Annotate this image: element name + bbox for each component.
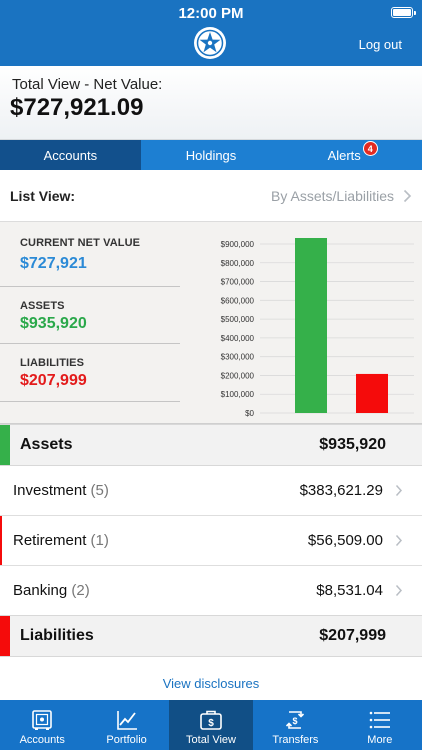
tab-holdings-label: Holdings: [185, 147, 237, 163]
net-value-summary: Total View - Net Value: $727,921.09: [0, 66, 422, 140]
liabilities-category-header: Liabilities $207,999: [0, 615, 422, 657]
y-tick-label-8: $800,000: [221, 259, 255, 268]
chevron-right-icon: [395, 484, 403, 497]
battery-icon: [391, 7, 416, 18]
tab-accounts[interactable]: Accounts: [0, 140, 141, 170]
net-value-label: Total View - Net Value:: [12, 76, 163, 93]
account-name: Banking (2): [13, 582, 90, 599]
transfer-arrows-icon: $: [286, 711, 305, 729]
account-value: $383,621.29: [299, 482, 383, 499]
account-row-banking[interactable]: Banking (2) $8,531.04: [0, 566, 422, 616]
svg-text:$: $: [293, 716, 298, 726]
tab-holdings[interactable]: Holdings: [141, 140, 282, 170]
y-tick-label-5: $500,000: [221, 315, 255, 324]
status-time: 12:00 PM: [178, 5, 244, 22]
account-name: Investment (5): [13, 482, 109, 499]
bottom-tab-accounts[interactable]: Accounts: [0, 700, 84, 750]
assets-category-total: $935,920: [319, 436, 386, 453]
account-name: Retirement (1): [13, 532, 109, 549]
y-tick-label-0: $0: [245, 409, 254, 418]
bottom-tab-label: Accounts: [19, 734, 65, 746]
tab-accounts-label: Accounts: [43, 147, 98, 163]
liabilities-category-total: $207,999: [319, 627, 386, 644]
account-row-investment[interactable]: Investment (5) $383,621.29: [0, 466, 422, 516]
chevron-right-icon: [403, 189, 412, 203]
bottom-tab-label: Portfolio: [106, 734, 147, 746]
account-count: (2): [71, 582, 90, 599]
star-logo-icon: [194, 27, 226, 59]
account-count: (1): [90, 532, 109, 549]
line-chart-icon: [116, 711, 137, 730]
bar-assets: [295, 238, 327, 413]
svg-text:$: $: [208, 718, 214, 729]
chevron-right-icon: [395, 534, 403, 547]
view-tabs: Accounts Holdings Alerts 4: [0, 140, 422, 170]
metric-liabilities-label: LIABILITIES: [20, 357, 85, 369]
assets-category-header: Assets $935,920: [0, 424, 422, 466]
metric-net-value-label: CURRENT NET VALUE: [20, 237, 141, 249]
bottom-tab-label: More: [367, 734, 393, 746]
view-disclosures-link[interactable]: View disclosures: [0, 676, 422, 691]
bottom-tab-label: Total View: [186, 734, 236, 746]
bottom-tab-total-view[interactable]: $ Total View: [168, 700, 254, 750]
account-name-text: Banking: [13, 582, 68, 599]
metric-assets: ASSETS $935,920: [0, 287, 180, 344]
bar-liabilities: [356, 373, 388, 413]
y-tick-label-4: $400,000: [221, 334, 255, 343]
liabilities-category-label: Liabilities: [20, 627, 94, 644]
bottom-tab-label: Transfers: [272, 734, 319, 746]
assets-color-marker: [0, 425, 10, 465]
y-tick-label-9: $900,000: [221, 240, 255, 249]
chevron-right-icon: [395, 584, 403, 597]
bottom-tab-portfolio[interactable]: Portfolio: [84, 700, 168, 750]
list-view-value: By Assets/Liabilities: [271, 187, 394, 204]
account-count: (5): [90, 482, 109, 499]
metric-assets-label: ASSETS: [20, 300, 65, 312]
account-name-text: Retirement: [13, 532, 87, 549]
tab-alerts[interactable]: Alerts 4: [281, 140, 422, 170]
assets-liabilities-bar-chart: $0 $100,000 $200,000 $300,000 $400,000 $500,0…: [221, 238, 414, 418]
net-value-chart-panel: CURRENT NET VALUE $727,921 ASSETS $935,9…: [0, 222, 422, 424]
y-tick-label-2: $200,000: [221, 371, 255, 380]
list-view-label: List View:: [10, 187, 76, 204]
safe-icon: [32, 710, 53, 730]
assets-category-label: Assets: [20, 436, 73, 453]
account-row-retirement[interactable]: Retirement (1) $56,509.00: [0, 516, 422, 566]
liabilities-color-marker: [0, 616, 10, 656]
y-tick-label-7: $700,000: [221, 278, 255, 287]
alerts-count-badge: 4: [362, 140, 378, 156]
briefcase-dollar-icon: $: [200, 710, 222, 730]
bottom-tab-more[interactable]: More: [338, 700, 422, 750]
logout-button[interactable]: Log out: [359, 37, 402, 52]
net-value-amount: $727,921.09: [10, 94, 144, 121]
y-tick-label-6: $600,000: [221, 296, 255, 305]
bottom-tab-bar: Accounts Portfolio $ Total View $ Transf…: [0, 700, 422, 750]
metric-assets-amount: $935,920: [20, 315, 87, 332]
account-value: $8,531.04: [316, 582, 383, 599]
metric-net-value: CURRENT NET VALUE $727,921: [0, 222, 180, 287]
app-header: 12:00 PM Log out: [0, 0, 422, 66]
metric-liabilities: LIABILITIES $207,999: [0, 344, 180, 402]
tab-alerts-label: Alerts: [327, 147, 361, 163]
retirement-marker: [0, 516, 2, 565]
account-value: $56,509.00: [307, 532, 383, 549]
list-view-selector[interactable]: List View: By Assets/Liabilities: [0, 170, 422, 222]
bottom-tab-transfers[interactable]: $ Transfers: [253, 700, 337, 750]
account-name-text: Investment: [13, 482, 87, 499]
metric-liabilities-amount: $207,999: [20, 372, 87, 389]
metric-net-value-amount: $727,921: [20, 255, 87, 272]
y-tick-label-3: $300,000: [221, 353, 255, 362]
menu-list-icon: [369, 711, 390, 729]
y-tick-label-1: $100,000: [221, 390, 255, 399]
